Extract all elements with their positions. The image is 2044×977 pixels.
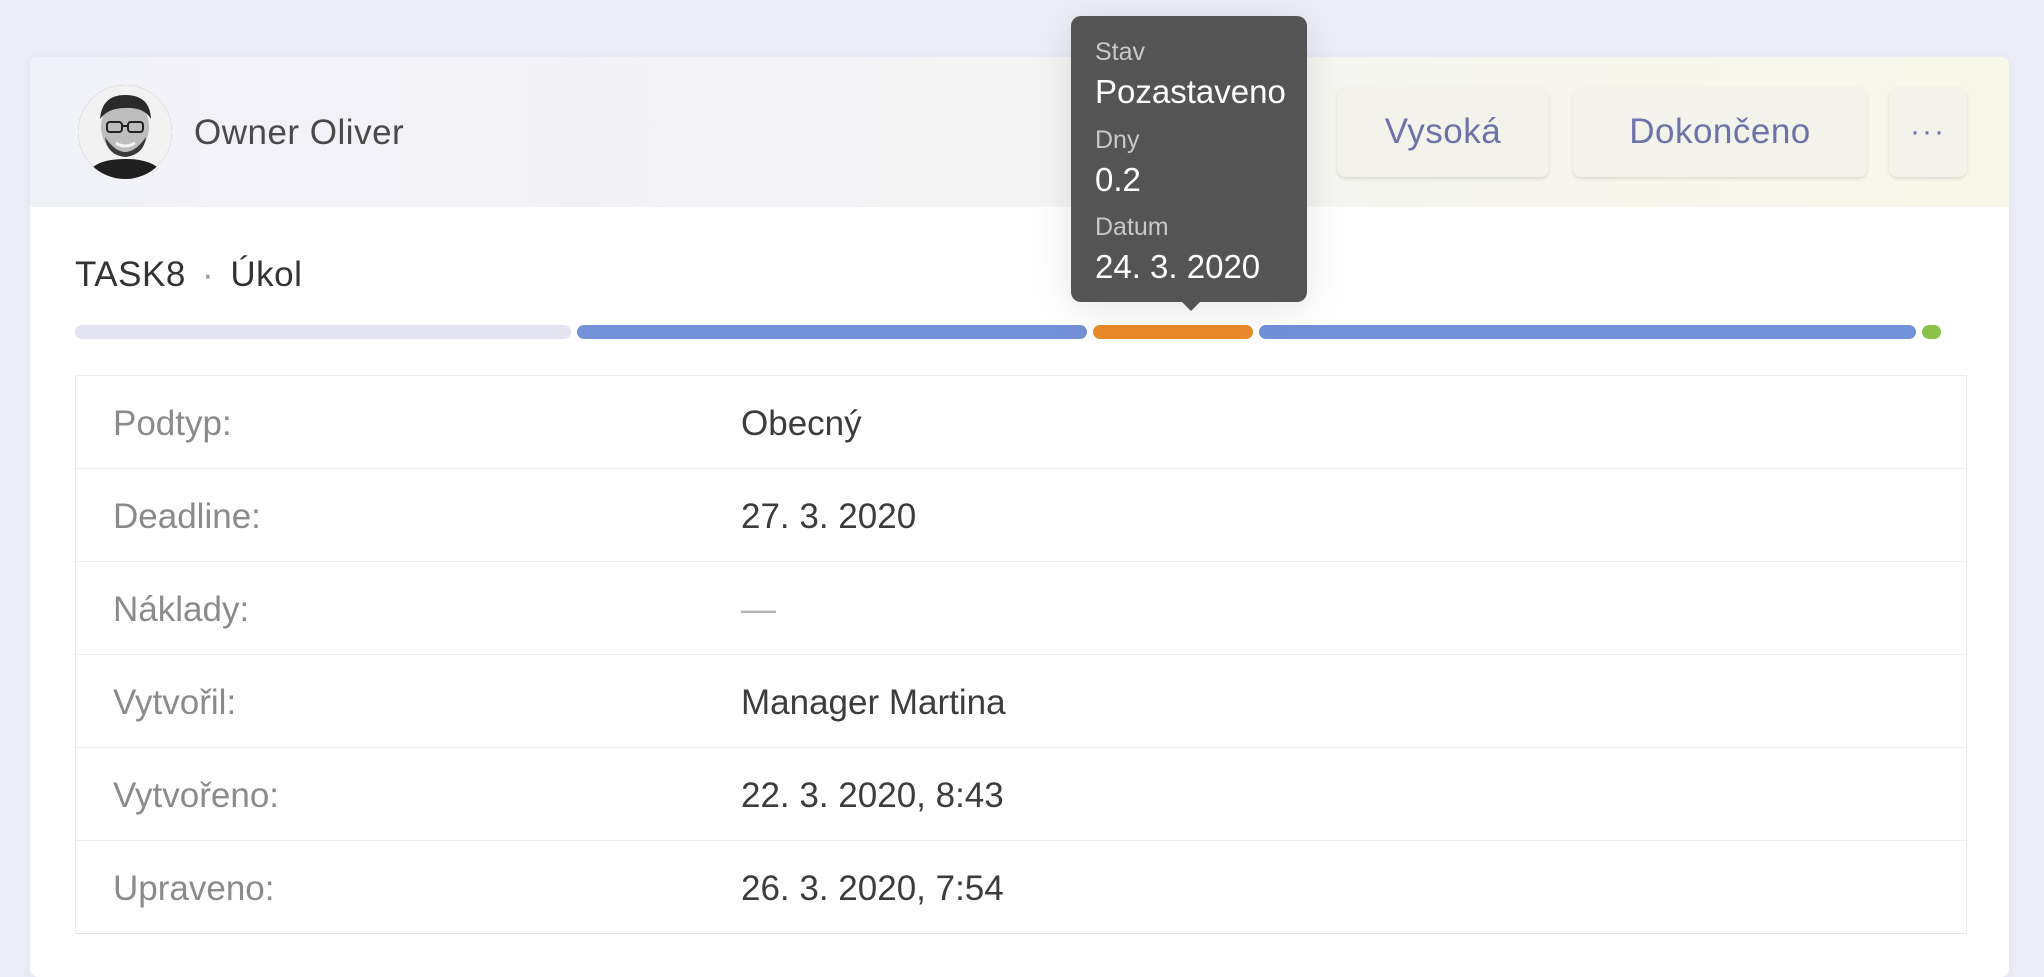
tooltip-state-value: Pozastaveno <box>1095 73 1286 110</box>
owner-avatar[interactable] <box>78 85 172 179</box>
tooltip-date-value: 24. 3. 2020 <box>1095 248 1261 285</box>
more-options-button[interactable]: ··· <box>1889 87 1967 177</box>
task-card: Owner Oliver Vysoká Dokončeno ··· TASK8 … <box>30 57 2009 977</box>
owner-name: Owner Oliver <box>194 113 405 152</box>
detail-value: 26. 3. 2020, 7:54 <box>741 869 1004 908</box>
detail-row-created-by: Vytvořil: Manager Martina <box>76 655 1966 748</box>
detail-label: Náklady: <box>113 590 250 629</box>
card-header: Owner Oliver Vysoká Dokončeno ··· <box>30 57 2009 207</box>
details-table: Podtyp: Obecný Deadline: 27. 3. 2020 Nák… <box>75 375 1967 934</box>
timeline-segment-active[interactable] <box>1259 325 1916 339</box>
detail-label: Podtyp: <box>113 404 232 443</box>
task-title: TASK8 · Úkol <box>75 255 302 295</box>
detail-row-created: Vytvořeno: 22. 3. 2020, 8:43 <box>76 748 1966 841</box>
detail-row-deadline: Deadline: 27. 3. 2020 <box>76 469 1966 562</box>
detail-row-modified: Upraveno: 26. 3. 2020, 7:54 <box>76 841 1966 933</box>
detail-value: Manager Martina <box>741 683 1006 722</box>
detail-label: Deadline: <box>113 497 261 536</box>
avatar-photo-icon <box>78 85 172 179</box>
detail-label: Upraveno: <box>113 869 275 908</box>
detail-value: 22. 3. 2020, 8:43 <box>741 776 1004 815</box>
tooltip-state-label: Stav <box>1095 38 1146 66</box>
status-timeline <box>75 325 2008 339</box>
title-separator: · <box>202 255 215 294</box>
tooltip-date-label: Datum <box>1095 213 1169 241</box>
detail-label: Vytvořil: <box>113 683 237 722</box>
timeline-segment-done[interactable] <box>1922 325 1941 339</box>
timeline-segment-pending[interactable] <box>75 325 571 339</box>
status-button[interactable]: Dokončeno <box>1573 87 1867 177</box>
detail-row-subtype: Podtyp: Obecný <box>76 376 1966 469</box>
timeline-tooltip: Stav Pozastaveno Dny 0.2 Datum 24. 3. 20… <box>1071 16 1307 311</box>
detail-value: Obecný <box>741 404 862 443</box>
tooltip-days-value: 0.2 <box>1095 161 1141 198</box>
detail-row-costs: Náklady: — <box>76 562 1966 655</box>
tooltip-days-label: Dny <box>1095 126 1140 154</box>
detail-value: — <box>741 590 776 629</box>
task-type: Úkol <box>230 255 303 294</box>
timeline-segment-active[interactable] <box>577 325 1087 339</box>
detail-label: Vytvořeno: <box>113 776 280 815</box>
detail-value: 27. 3. 2020 <box>741 497 917 536</box>
task-id: TASK8 <box>75 255 186 294</box>
priority-button[interactable]: Vysoká <box>1337 87 1549 177</box>
timeline-segment-paused[interactable] <box>1093 325 1253 339</box>
